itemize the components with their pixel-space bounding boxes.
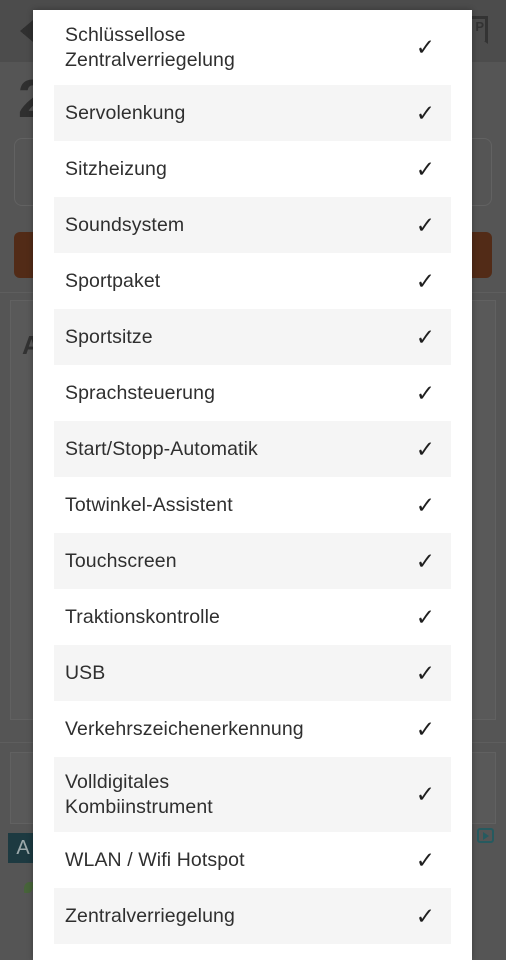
feature-label: Soundsystem bbox=[65, 213, 185, 236]
check-icon: ✓ bbox=[415, 379, 435, 406]
check-icon: ✓ bbox=[415, 267, 435, 294]
feature-label: Sitzheizung bbox=[65, 157, 167, 180]
feature-label: Servolenkung bbox=[65, 101, 186, 124]
feature-label: Sprachsteuerung bbox=[65, 381, 216, 404]
feature-row[interactable]: Sportpaket ✓ bbox=[54, 253, 451, 309]
feature-label: Verkehrszeichenerkennung bbox=[65, 717, 304, 740]
check-icon: ✓ bbox=[415, 781, 435, 807]
check-icon: ✓ bbox=[415, 715, 435, 742]
feature-label: Sportsitze bbox=[65, 325, 153, 348]
feature-label: USB bbox=[65, 661, 106, 684]
feature-label: WLAN / Wifi Hotspot bbox=[65, 848, 245, 871]
feature-label: Volldigitales Kombiinstrument bbox=[65, 770, 213, 818]
equipment-feature-list: Schlüssellose Zentralverriegelung ✓ Servol… bbox=[33, 10, 472, 944]
check-icon: ✓ bbox=[415, 659, 435, 686]
feature-row[interactable]: Verkehrszeichenerkennung ✓ bbox=[54, 701, 451, 757]
feature-label: Start/Stopp-Automatik bbox=[65, 437, 258, 460]
feature-label: Zentralverriegelung bbox=[65, 904, 235, 927]
check-icon: ✓ bbox=[415, 902, 435, 929]
check-icon: ✓ bbox=[415, 155, 435, 182]
feature-row[interactable]: Soundsystem ✓ bbox=[54, 197, 451, 253]
check-icon: ✓ bbox=[415, 846, 435, 873]
check-icon: ✓ bbox=[415, 323, 435, 350]
feature-row[interactable]: Sitzheizung ✓ bbox=[54, 141, 451, 197]
check-icon: ✓ bbox=[415, 603, 435, 630]
check-icon: ✓ bbox=[415, 99, 435, 126]
feature-label: Totwinkel-Assistent bbox=[65, 493, 233, 516]
feature-label: Schlüssellose Zentralverriegelung bbox=[65, 23, 235, 71]
feature-row[interactable]: Schlüssellose Zentralverriegelung ✓ bbox=[54, 10, 451, 85]
feature-row[interactable]: WLAN / Wifi Hotspot ✓ bbox=[54, 832, 451, 888]
check-icon: ✓ bbox=[415, 491, 435, 518]
feature-label: Sportpaket bbox=[65, 269, 161, 292]
feature-row[interactable]: Traktionskontrolle ✓ bbox=[54, 589, 451, 645]
feature-label: Traktionskontrolle bbox=[65, 605, 220, 628]
feature-row[interactable]: USB ✓ bbox=[54, 645, 451, 701]
feature-label: Touchscreen bbox=[65, 549, 177, 572]
feature-row[interactable]: Touchscreen ✓ bbox=[54, 533, 451, 589]
feature-row[interactable]: Sportsitze ✓ bbox=[54, 309, 451, 365]
equipment-feature-panel: Schlüssellose Zentralverriegelung ✓ Servol… bbox=[33, 10, 472, 960]
check-icon: ✓ bbox=[415, 547, 435, 574]
check-icon: ✓ bbox=[415, 211, 435, 238]
feature-row[interactable]: Start/Stopp-Automatik ✓ bbox=[54, 421, 451, 477]
feature-row[interactable]: Totwinkel-Assistent ✓ bbox=[54, 477, 451, 533]
feature-row[interactable]: Zentralverriegelung ✓ bbox=[54, 888, 451, 944]
check-icon: ✓ bbox=[415, 34, 435, 60]
feature-row[interactable]: Volldigitales Kombiinstrument ✓ bbox=[54, 757, 451, 832]
feature-row[interactable]: Sprachsteuerung ✓ bbox=[54, 365, 451, 421]
check-icon: ✓ bbox=[415, 435, 435, 462]
feature-row[interactable]: Servolenkung ✓ bbox=[54, 85, 451, 141]
